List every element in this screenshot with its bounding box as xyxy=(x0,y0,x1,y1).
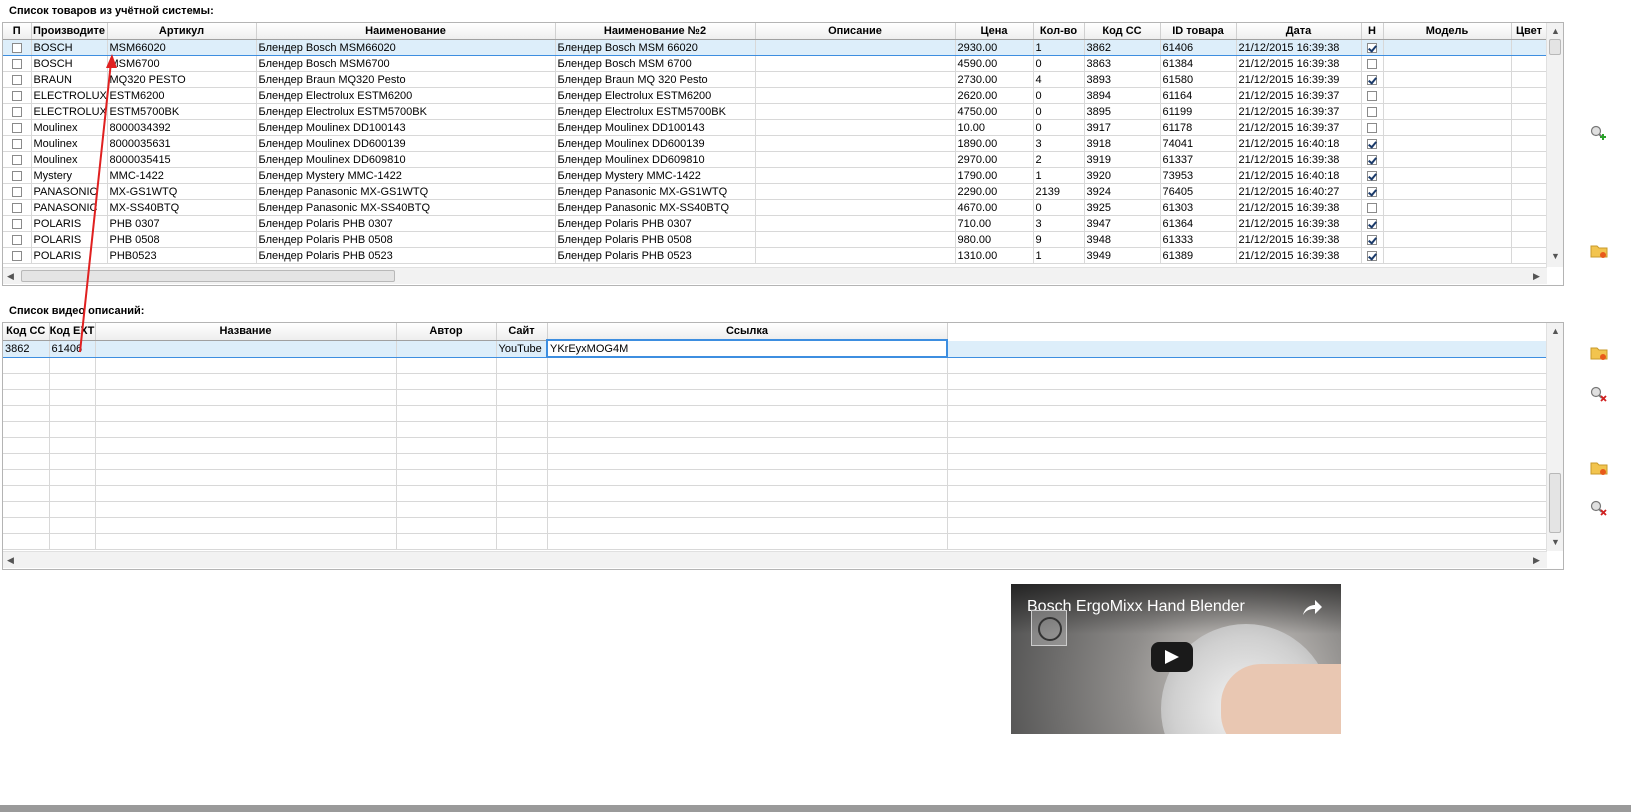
annotation-arrow xyxy=(79,54,117,353)
play-button[interactable] xyxy=(1151,642,1193,672)
status-bar xyxy=(0,805,1631,812)
magnifier-remove-icon[interactable] xyxy=(1590,386,1608,402)
play-icon[interactable] xyxy=(1165,650,1179,664)
channel-logo xyxy=(1031,610,1067,646)
video-player[interactable]: Bosch ErgoMixx Hand Blender xyxy=(1011,584,1341,734)
hand-shape xyxy=(1221,664,1341,734)
folder-icon[interactable] xyxy=(1590,243,1608,259)
magnifier-remove-icon[interactable] xyxy=(1590,500,1608,516)
folder-icon[interactable] xyxy=(1590,345,1608,361)
folder-icon[interactable] xyxy=(1590,460,1608,476)
share-icon[interactable] xyxy=(1301,598,1323,618)
magnifier-add-icon[interactable] xyxy=(1590,125,1608,141)
